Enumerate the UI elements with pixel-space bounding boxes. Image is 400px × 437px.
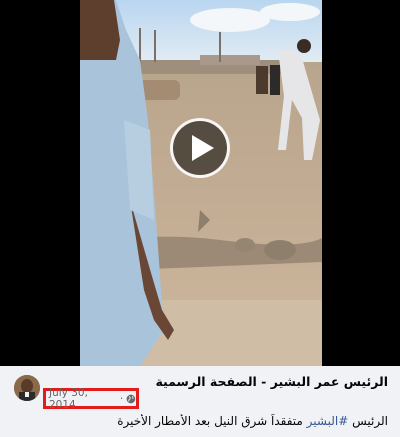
- play-icon: [191, 135, 214, 161]
- post-date[interactable]: July 30, 2014 ·: [43, 387, 139, 411]
- date-separator: ·: [119, 392, 124, 405]
- play-button[interactable]: [170, 118, 230, 178]
- video-thumbnail: [80, 0, 322, 366]
- hashtag-link[interactable]: #البشير: [307, 414, 349, 428]
- avatar[interactable]: [14, 375, 40, 401]
- caption-prefix: الرئيس: [352, 414, 388, 428]
- caption-rest: متفقداً شرق النيل بعد الأمطار الأخيرة: [117, 414, 303, 428]
- video-player[interactable]: [0, 0, 400, 366]
- post-date-text[interactable]: July 30, 2014: [49, 387, 117, 411]
- globe-icon: [126, 394, 136, 403]
- post-caption: الرئيس #البشير متفقداً شرق النيل بعد الأ…: [18, 414, 388, 428]
